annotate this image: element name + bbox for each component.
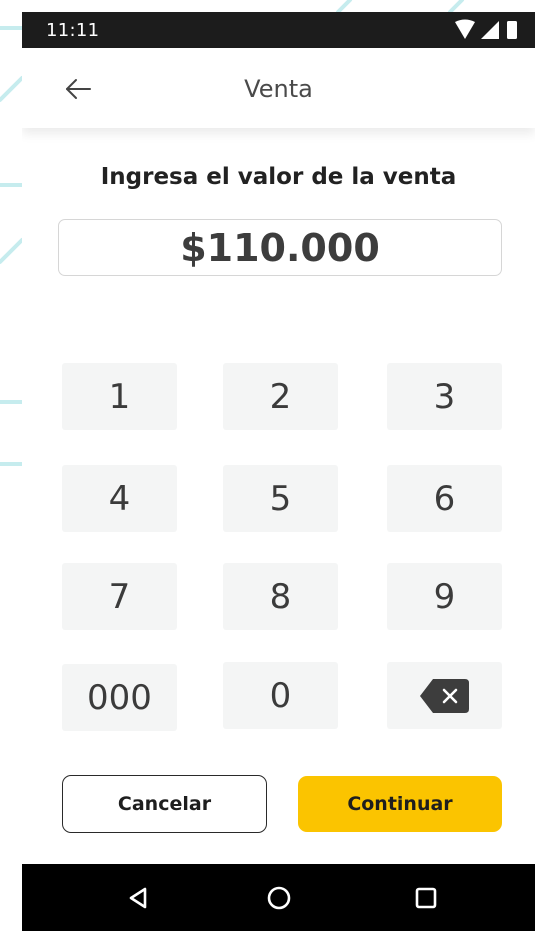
nav-back-button[interactable] xyxy=(118,882,158,914)
system-nav-bar xyxy=(22,864,535,931)
key-8[interactable]: 8 xyxy=(223,563,338,630)
amount-field[interactable]: $110.000 xyxy=(58,219,502,276)
backspace-icon xyxy=(419,678,469,713)
key-5[interactable]: 5 xyxy=(223,465,338,532)
phone-screen: 11:11 Venta Ingresa el valor de la venta… xyxy=(22,12,535,931)
signal-icon xyxy=(481,21,499,39)
status-time: 11:11 xyxy=(46,20,100,41)
key-1[interactable]: 1 xyxy=(62,363,177,430)
status-bar: 11:11 xyxy=(22,12,535,48)
cancel-button[interactable]: Cancelar xyxy=(62,775,267,833)
page-title: Venta xyxy=(244,75,313,103)
key-0[interactable]: 0 xyxy=(223,662,338,729)
key-000[interactable]: 000 xyxy=(62,664,177,731)
key-4[interactable]: 4 xyxy=(62,465,177,532)
recents-square-icon xyxy=(415,887,437,909)
amount-prompt: Ingresa el valor de la venta xyxy=(100,164,457,190)
app-bar: Venta xyxy=(22,48,535,128)
back-triangle-icon xyxy=(129,887,147,909)
nav-home-button[interactable] xyxy=(259,882,299,914)
wifi-icon xyxy=(455,19,475,39)
battery-icon xyxy=(507,21,517,39)
key-3[interactable]: 3 xyxy=(387,363,502,430)
key-7[interactable]: 7 xyxy=(62,563,177,630)
continue-button[interactable]: Continuar xyxy=(298,776,502,832)
home-circle-icon xyxy=(267,886,291,910)
nav-recents-button[interactable] xyxy=(406,882,446,914)
key-6[interactable]: 6 xyxy=(387,465,502,532)
key-2[interactable]: 2 xyxy=(223,363,338,430)
key-9[interactable]: 9 xyxy=(387,563,502,630)
delete-key[interactable] xyxy=(387,662,502,729)
status-icons xyxy=(453,19,525,41)
